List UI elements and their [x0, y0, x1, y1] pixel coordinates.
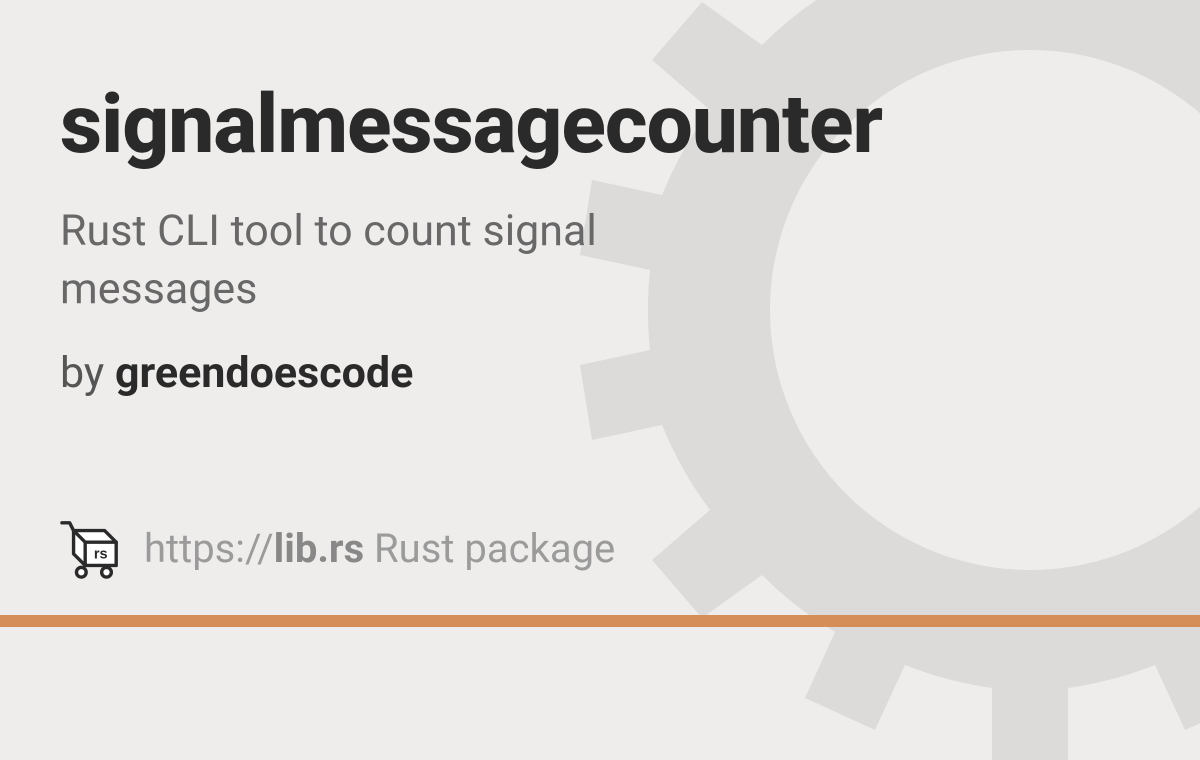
- author-name: greendoescode: [115, 348, 413, 398]
- package-description: Rust CLI tool to count signal messages: [60, 202, 780, 318]
- package-title: signalmessagecounter: [60, 80, 1140, 170]
- by-label: by: [60, 348, 104, 398]
- author-line: by greendoescode: [60, 346, 1140, 402]
- main-content: signalmessagecounter Rust CLI tool to co…: [0, 0, 1200, 627]
